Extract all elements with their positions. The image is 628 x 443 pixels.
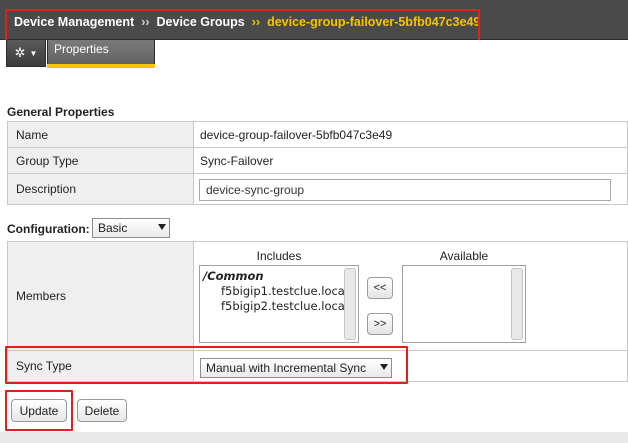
move-left-button[interactable]: <<: [367, 277, 393, 299]
list-item[interactable]: f5bigip2.testclue.local: [221, 299, 348, 313]
available-header: Available: [439, 249, 489, 263]
section-title-general-properties: General Properties: [7, 105, 115, 119]
chevron-down-icon: [158, 224, 166, 230]
tab-label: Properties: [54, 42, 109, 56]
members-label: Members: [8, 242, 194, 350]
description-label: Description: [8, 174, 194, 204]
group-type-value: Sync-Failover: [194, 148, 627, 173]
tab-row: ✲ ▼ Properties: [0, 40, 628, 68]
chevron-down-icon: [380, 364, 388, 370]
highlight-title-box: [5, 9, 480, 43]
sync-type-select-value: Manual with Incremental Sync: [206, 361, 367, 375]
sync-type-select[interactable]: Manual with Incremental Sync: [200, 358, 392, 378]
active-tab-indicator: [47, 64, 155, 68]
property-row-group-type: Group Type Sync-Failover: [7, 148, 628, 174]
includes-header: Includes: [256, 249, 302, 263]
delete-button[interactable]: Delete: [77, 399, 127, 422]
tab-properties[interactable]: Properties: [47, 40, 155, 68]
available-scrollbar[interactable]: [511, 268, 523, 340]
sync-type-label: Sync Type: [8, 351, 194, 381]
footer-strip: [0, 432, 628, 443]
list-item[interactable]: f5bigip1.testclue.local: [221, 284, 348, 298]
update-button[interactable]: Update: [11, 399, 67, 422]
gear-icon: ✲: [14, 45, 26, 60]
name-label: Name: [8, 122, 194, 147]
configuration-select-value: Basic: [98, 221, 128, 235]
name-value: device-group-failover-5bfb047c3e49: [194, 122, 627, 147]
includes-scrollbar[interactable]: [344, 268, 356, 340]
group-type-label: Group Type: [8, 148, 194, 173]
gear-menu-button[interactable]: ✲ ▼: [6, 40, 46, 67]
description-input[interactable]: device-sync-group: [199, 179, 611, 201]
move-right-button[interactable]: >>: [367, 313, 393, 335]
property-row-name: Name device-group-failover-5bfb047c3e49: [7, 121, 628, 148]
includes-listbox[interactable]: /Common f5bigip1.testclue.local f5bigip2…: [199, 265, 359, 343]
configuration-select[interactable]: Basic: [92, 218, 170, 238]
list-item-group[interactable]: /Common: [203, 269, 264, 283]
available-listbox[interactable]: [402, 265, 526, 343]
chevron-down-icon: ▼: [29, 48, 38, 58]
configuration-label: Configuration:: [7, 222, 90, 236]
